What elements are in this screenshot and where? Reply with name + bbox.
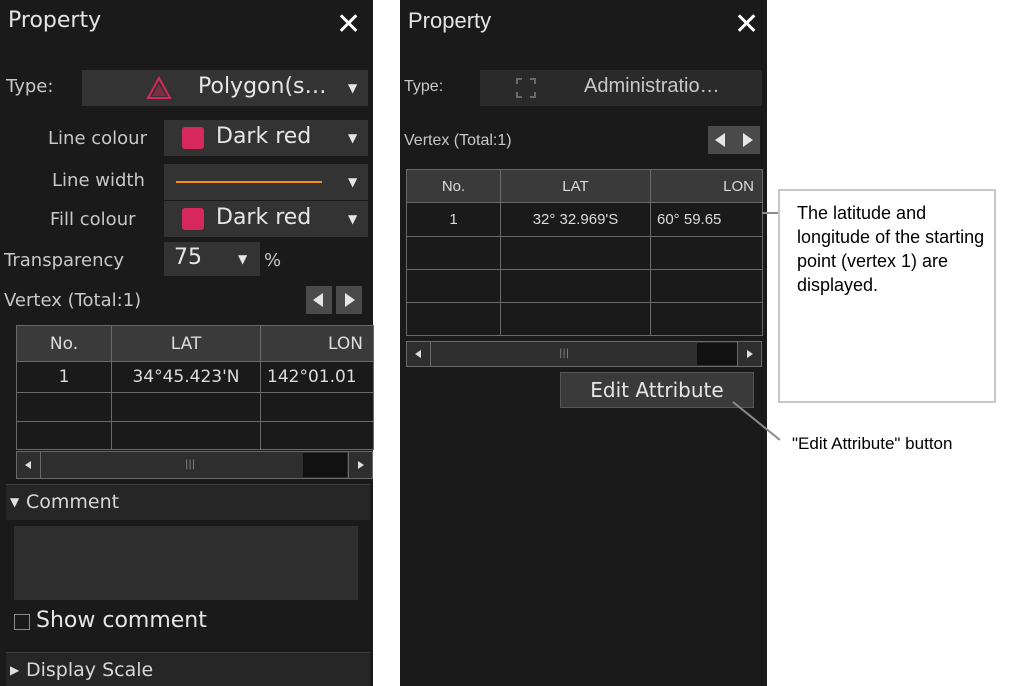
latlon-callout-text: The latitude and longitude of the starti…: [797, 203, 985, 295]
latlon-callout-box: The latitude and longitude of the starti…: [778, 189, 996, 403]
edit-button-callout-text: "Edit Attribute" button: [792, 434, 953, 453]
edit-button-callout-line: [732, 401, 781, 441]
